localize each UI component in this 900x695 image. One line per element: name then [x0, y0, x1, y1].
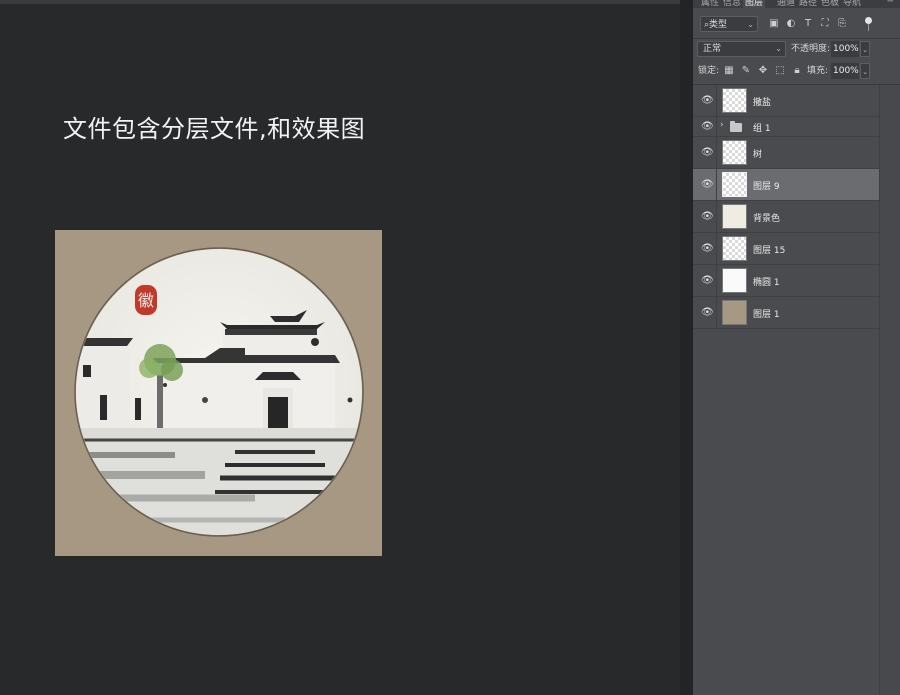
layer-filter-bar: ⌕类型 ⌄ ▣ ◐ T ⛶ ⎘: [697, 16, 897, 36]
layer-thumbnail: [722, 172, 747, 197]
layers-panel: 属性 信息 图层 通道 路径 色板 导航 ≡ ⌕类型 ⌄ ▣ ◐ T ⛶ ⎘ 正…: [693, 0, 900, 695]
filter-kind-select[interactable]: ⌕类型 ⌄: [700, 16, 758, 32]
tab-navigator[interactable]: 导航: [843, 0, 861, 8]
layer-name: 组 1: [753, 124, 771, 134]
tab-properties[interactable]: 属性: [701, 0, 719, 8]
layer-name: 图层 1: [753, 310, 780, 320]
layer-thumbnail: [722, 268, 747, 293]
opacity-dropdown-icon[interactable]: ⌄: [860, 41, 870, 57]
divider: [693, 38, 900, 39]
layer-name: 椭圆 1: [753, 278, 780, 288]
eye-icon[interactable]: 👁︎: [701, 180, 714, 190]
panel-tab-strip: 属性 信息 图层 通道 路径 色板 导航 ≡: [693, 0, 900, 8]
tab-channels[interactable]: 通道: [777, 0, 795, 8]
chevron-down-icon: ⌄: [775, 44, 782, 53]
layer-thumbnail: [722, 236, 747, 261]
lock-artboard-icon[interactable]: ⬚: [774, 64, 786, 78]
artwork-preview[interactable]: 徽: [55, 230, 382, 556]
layer-name: 图层 15: [753, 246, 786, 256]
filter-toggle-stem: [868, 24, 869, 31]
filter-toggle-icon[interactable]: [865, 17, 872, 24]
layer-name: 树: [753, 150, 763, 160]
canvas-headline-text: 文件包含分层文件,和效果图: [63, 115, 366, 143]
eye-icon[interactable]: 👁︎: [701, 148, 714, 158]
layer-group-row[interactable]: 👁︎ › 组 1: [693, 117, 879, 137]
layer-row-selected[interactable]: 👁︎ 图层 9: [693, 169, 879, 201]
opacity-label: 不透明度:: [791, 44, 831, 54]
layer-thumbnail: [722, 88, 747, 113]
layer-row[interactable]: 👁︎ 背景色: [693, 201, 879, 233]
ink-wash-circle-artwork: 徽: [74, 247, 364, 537]
lock-all-icon[interactable]: 🔒︎: [791, 64, 803, 78]
eye-icon[interactable]: 👁︎: [701, 244, 714, 254]
eye-icon[interactable]: 👁︎: [701, 122, 714, 132]
tab-layers[interactable]: 图层: [743, 0, 766, 8]
tab-swatches[interactable]: 色板: [821, 0, 839, 8]
layers-empty-area: [693, 330, 879, 695]
layer-thumbnail: [722, 300, 747, 325]
panel-menu-icon[interactable]: ≡: [886, 0, 894, 5]
canvas-top-border: [0, 0, 680, 4]
eye-icon[interactable]: 👁︎: [701, 212, 714, 222]
layer-row[interactable]: 👁︎ 撒盐: [693, 85, 879, 117]
layers-scrollbar[interactable]: [879, 85, 900, 695]
adjustment-filter-icon[interactable]: ◐: [785, 18, 797, 30]
folder-icon: [730, 121, 742, 132]
layer-name: 撒盐: [753, 98, 772, 108]
lock-transparent-pixels-icon[interactable]: ▦: [723, 64, 735, 78]
layer-thumbnail: [722, 204, 747, 229]
eye-icon[interactable]: 👁︎: [701, 96, 714, 106]
fill-input[interactable]: 100%: [831, 63, 859, 79]
lock-row: 锁定: ▦ ✎ ✥ ⬚ 🔒︎ 填充: 100% ⌄: [697, 63, 897, 81]
blend-row: 正常 ⌄ 不透明度: 100% ⌄: [697, 41, 897, 59]
tab-paths[interactable]: 路径: [799, 0, 817, 8]
lock-position-icon[interactable]: ✥: [757, 64, 769, 78]
eye-icon[interactable]: 👁︎: [701, 276, 714, 286]
blend-mode-select[interactable]: 正常 ⌄: [697, 41, 786, 57]
eye-icon[interactable]: 👁︎: [701, 308, 714, 318]
text-filter-icon[interactable]: T: [802, 18, 814, 30]
opacity-input[interactable]: 100%: [831, 41, 859, 57]
layer-thumbnail: [722, 140, 747, 165]
shape-filter-icon[interactable]: ⛶: [819, 18, 831, 30]
layer-row[interactable]: 👁︎ 图层 1: [693, 297, 879, 329]
panel-gutter: [680, 0, 693, 695]
chevron-down-icon: ⌄: [747, 20, 754, 29]
tab-info[interactable]: 信息: [723, 0, 741, 8]
lock-image-pixels-icon[interactable]: ✎: [740, 64, 752, 78]
layer-row[interactable]: 👁︎ 树: [693, 137, 879, 169]
layer-row[interactable]: 👁︎ 图层 15: [693, 233, 879, 265]
fill-label: 填充:: [807, 66, 829, 76]
smart-object-filter-icon[interactable]: ⎘: [836, 18, 848, 30]
layer-name: 图层 9: [753, 182, 780, 192]
lock-label: 锁定:: [698, 66, 720, 76]
image-filter-icon[interactable]: ▣: [768, 18, 780, 30]
fill-dropdown-icon[interactable]: ⌄: [860, 63, 870, 79]
filter-kind-label: 类型: [709, 20, 728, 30]
blend-mode-value: 正常: [703, 44, 722, 54]
layer-name: 背景色: [753, 214, 781, 224]
artwork-seal-text: 徽: [138, 291, 154, 310]
layer-row[interactable]: 👁︎ 椭圆 1: [693, 265, 879, 297]
chevron-right-icon[interactable]: ›: [720, 120, 724, 130]
document-canvas[interactable]: 文件包含分层文件,和效果图 徽: [0, 0, 680, 695]
